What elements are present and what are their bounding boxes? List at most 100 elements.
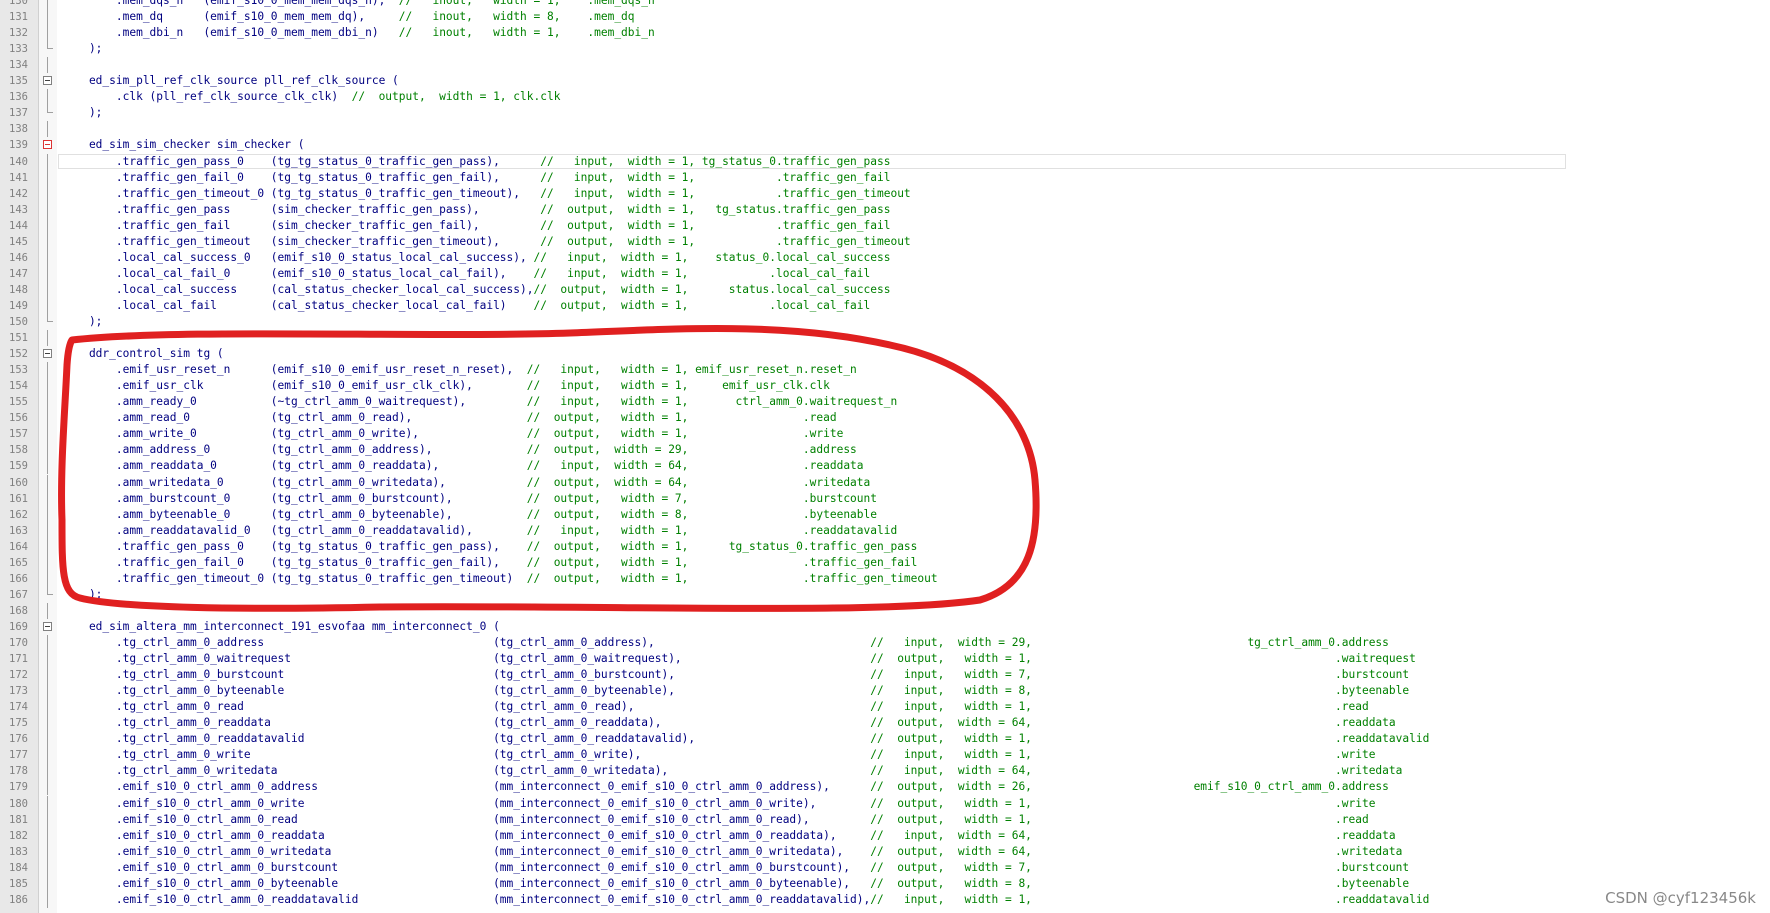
- code-line[interactable]: 168: [0, 602, 1770, 619]
- code-line[interactable]: 184 .emif_s10_0_ctrl_amm_0_burstcount (m…: [0, 859, 1770, 876]
- code-line[interactable]: 146 .local_cal_success_0 (emif_s10_0_sta…: [0, 249, 1770, 266]
- code-text: .traffic_gen_timeout (sim_checker_traffi…: [62, 234, 911, 248]
- code-line[interactable]: 135 ed_sim_pll_ref_clk_source pll_ref_cl…: [0, 73, 1770, 89]
- code-comment: // input, width = 7, .burstcount: [870, 668, 1410, 682]
- code-line[interactable]: 160 .amm_writedata_0 (tg_ctrl_amm_0_writ…: [0, 474, 1770, 491]
- code-line[interactable]: 183 .emif_s10_0_ctrl_amm_0_writedata (mm…: [0, 843, 1770, 860]
- code-line[interactable]: 150 );: [0, 314, 1770, 330]
- code-line[interactable]: 176 .tg_ctrl_amm_0_readdatavalid (tg_ctr…: [0, 731, 1770, 748]
- code-line[interactable]: 154 .emif_usr_clk (emif_s10_0_emif_usr_c…: [0, 378, 1770, 395]
- code-line[interactable]: 152 ddr_control_sim tg (: [0, 346, 1770, 362]
- code-line[interactable]: 166 .traffic_gen_timeout_0 (tg_tg_status…: [0, 570, 1770, 587]
- line-number: 183: [9, 845, 28, 858]
- code-line[interactable]: 145 .traffic_gen_timeout (sim_checker_tr…: [0, 233, 1770, 250]
- code-line[interactable]: 133 );: [0, 41, 1770, 57]
- code-comment: // output, width = 1, .traffic_gen_timeo…: [540, 234, 911, 248]
- code-line[interactable]: 173 .tg_ctrl_amm_0_byteenable (tg_ctrl_a…: [0, 683, 1770, 700]
- code-text: .local_cal_success (cal_status_checker_l…: [62, 282, 891, 296]
- code-comment: // output, width = 1, tg_status_0.traffi…: [526, 539, 918, 553]
- code-line[interactable]: 147 .local_cal_fail_0 (emif_s10_0_status…: [0, 265, 1770, 282]
- code-line[interactable]: 142 .traffic_gen_timeout_0 (tg_tg_status…: [0, 185, 1770, 202]
- code-line[interactable]: 151: [0, 330, 1770, 347]
- code-line[interactable]: 181 .emif_s10_0_ctrl_amm_0_read (mm_inte…: [0, 811, 1770, 828]
- code-line[interactable]: 165 .traffic_gen_fail_0 (tg_tg_status_0_…: [0, 554, 1770, 571]
- line-number: 170: [9, 637, 28, 649]
- code-text: ed_sim_pll_ref_clk_source pll_ref_clk_so…: [62, 74, 399, 88]
- code-text: ddr_control_sim tg (: [62, 347, 224, 361]
- code-line[interactable]: 148 .local_cal_success (cal_status_check…: [0, 281, 1770, 298]
- code-text: .amm_readdatavalid_0 (tg_ctrl_amm_0_read…: [62, 523, 898, 537]
- code-text: .tg_ctrl_amm_0_byteenable (tg_ctrl_amm_0…: [62, 684, 1410, 698]
- code-line[interactable]: 136 .clk (pll_ref_clk_source_clk_clk) //…: [0, 89, 1770, 106]
- fold-toggle-icon[interactable]: [43, 621, 52, 631]
- fold-guide: [47, 667, 48, 684]
- code-line[interactable]: 172 .tg_ctrl_amm_0_burstcount (tg_ctrl_a…: [0, 667, 1770, 684]
- code-line[interactable]: 185 .emif_s10_0_ctrl_amm_0_byteenable (m…: [0, 875, 1770, 892]
- code-line[interactable]: 174 .tg_ctrl_amm_0_read (tg_ctrl_amm_0_r…: [0, 699, 1770, 716]
- code-line[interactable]: 149 .local_cal_fail (cal_status_checker_…: [0, 297, 1770, 314]
- code-line[interactable]: 162 .amm_byteenable_0 (tg_ctrl_amm_0_byt…: [0, 506, 1770, 523]
- code-line[interactable]: 163 .amm_readdatavalid_0 (tg_ctrl_amm_0_…: [0, 522, 1770, 539]
- code-line[interactable]: 158 .amm_address_0 (tg_ctrl_amm_0_addres…: [0, 442, 1770, 459]
- code-line[interactable]: 132 .mem_dbi_n (emif_s10_0_mem_mem_dbi_n…: [0, 25, 1770, 42]
- line-number: 140: [9, 155, 28, 168]
- code-line[interactable]: 144 .traffic_gen_fail (sim_checker_traff…: [0, 217, 1770, 234]
- code-text: .emif_usr_clk (emif_s10_0_emif_usr_clk_c…: [62, 379, 830, 393]
- code-line[interactable]: 157 .amm_write_0 (tg_ctrl_amm_0_write), …: [0, 426, 1770, 443]
- code-comment: // inout, width = 1, .mem_dbi_n: [398, 26, 655, 40]
- code-comment: // output, width = 1, .write: [526, 427, 844, 441]
- code-comment: // input, width = 1, ctrl_amm_0.waitrequ…: [526, 395, 898, 409]
- code-line[interactable]: 131 .mem_dq (emif_s10_0_mem_mem_dq), // …: [0, 9, 1770, 26]
- fold-guide: [47, 859, 48, 876]
- code-line[interactable]: 139 ed_sim_sim_checker sim_checker (: [0, 137, 1770, 153]
- code-line[interactable]: 170 .tg_ctrl_amm_0_address (tg_ctrl_amm_…: [0, 635, 1770, 651]
- code-line[interactable]: 143 .traffic_gen_pass (sim_checker_traff…: [0, 201, 1770, 218]
- line-number: 135: [9, 75, 28, 88]
- code-line[interactable]: 155 .amm_ready_0 (~tg_ctrl_amm_0_waitreq…: [0, 394, 1770, 411]
- code-line[interactable]: 164 .traffic_gen_pass_0 (tg_tg_status_0_…: [0, 538, 1770, 555]
- code-line[interactable]: 156 .amm_read_0 (tg_ctrl_amm_0_read), //…: [0, 410, 1770, 427]
- code-line[interactable]: 138: [0, 121, 1770, 138]
- fold-guide: [47, 458, 48, 475]
- code-comment: // output, width = 64, .writedata: [526, 475, 871, 489]
- code-line[interactable]: 186 .emif_s10_0_ctrl_amm_0_readdatavalid…: [0, 891, 1770, 908]
- code-line[interactable]: 178 .tg_ctrl_amm_0_writedata (tg_ctrl_am…: [0, 763, 1770, 780]
- code-text: ed_sim_sim_checker sim_checker (: [62, 138, 305, 152]
- code-line[interactable]: 180 .emif_s10_0_ctrl_amm_0_write (mm_int…: [0, 795, 1770, 812]
- fold-guide: [47, 426, 48, 443]
- code-comment: // output, width = 64, .readdata: [870, 716, 1396, 730]
- code-line[interactable]: 175 .tg_ctrl_amm_0_readdata (tg_ctrl_amm…: [0, 715, 1770, 732]
- code-line[interactable]: 182 .emif_s10_0_ctrl_amm_0_readdata (mm_…: [0, 827, 1770, 844]
- code-line[interactable]: 140 .traffic_gen_pass_0 (tg_tg_status_0_…: [0, 153, 1770, 170]
- line-number: 180: [9, 797, 28, 810]
- code-line[interactable]: 141 .traffic_gen_fail_0 (tg_tg_status_0_…: [0, 169, 1770, 186]
- code-line[interactable]: 161 .amm_burstcount_0 (tg_ctrl_amm_0_bur…: [0, 490, 1770, 507]
- code-line[interactable]: 171 .tg_ctrl_amm_0_waitrequest (tg_ctrl_…: [0, 651, 1770, 668]
- line-number: 131: [9, 11, 28, 24]
- code-line[interactable]: 167 );: [0, 586, 1770, 603]
- line-number: 174: [9, 701, 28, 714]
- code-comment: // input, width = 1, .local_cal_fail: [533, 266, 871, 280]
- code-line[interactable]: 177 .tg_ctrl_amm_0_write (tg_ctrl_amm_0_…: [0, 747, 1770, 764]
- fold-guide: [47, 554, 48, 571]
- code-text: .traffic_gen_fail_0 (tg_tg_status_0_traf…: [62, 170, 891, 184]
- line-number: 181: [9, 813, 28, 826]
- fold-toggle-icon[interactable]: [43, 140, 52, 150]
- code-line[interactable]: 159 .amm_readdata_0 (tg_ctrl_amm_0_readd…: [0, 458, 1770, 475]
- code-line[interactable]: 137 );: [0, 105, 1770, 121]
- code-line[interactable]: 134: [0, 57, 1770, 74]
- code-comment: // input, width = 1, .write: [870, 748, 1376, 762]
- code-line[interactable]: 130 .mem_dqs_n (emif_s10_0_mem_mem_dqs_n…: [0, 0, 1770, 9]
- code-editor[interactable]: 130 .mem_dqs_n (emif_s10_0_mem_mem_dqs_n…: [0, 0, 1770, 913]
- fold-toggle-icon[interactable]: [43, 349, 52, 359]
- fold-guide: [47, 169, 48, 186]
- line-number: 168: [9, 604, 28, 617]
- code-line[interactable]: 153 .emif_usr_reset_n (emif_s10_0_emif_u…: [0, 362, 1770, 379]
- code-line[interactable]: 169 ed_sim_altera_mm_interconnect_191_es…: [0, 619, 1770, 635]
- fold-toggle-icon[interactable]: [43, 76, 52, 86]
- code-line[interactable]: 179 .emif_s10_0_ctrl_amm_0_address (mm_i…: [0, 779, 1770, 796]
- code-comment: // input, width = 1, status_0.local_cal_…: [533, 250, 891, 264]
- fold-guide: [47, 281, 48, 298]
- fold-guide: [47, 265, 48, 282]
- code-comment: // output, width = 8, .byteenable: [526, 507, 877, 521]
